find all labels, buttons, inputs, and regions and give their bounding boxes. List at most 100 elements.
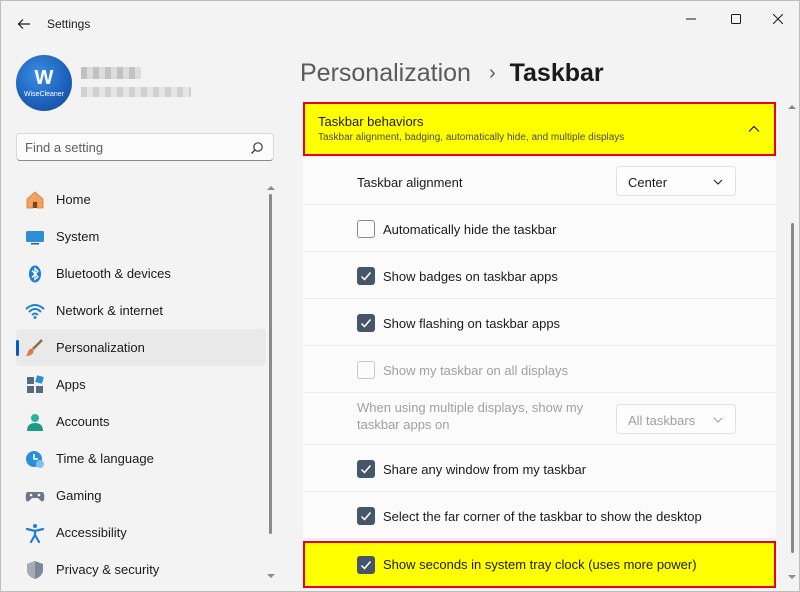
sidebar-item-label: Network & internet <box>56 303 163 318</box>
sidebar-item-bluetooth[interactable]: Bluetooth & devices <box>16 255 266 292</box>
auto-hide-row: Automatically hide the taskbar <box>303 205 776 252</box>
blurred-user-name <box>81 67 141 79</box>
clock-globe-icon <box>25 449 45 469</box>
flashing-checkbox[interactable] <box>357 314 375 332</box>
far-corner-row: Select the far corner of the taskbar to … <box>303 492 776 539</box>
scroll-down-arrow-icon[interactable] <box>267 572 275 580</box>
sidebar-item-personalization[interactable]: Personalization <box>16 329 266 366</box>
sidebar-item-label: System <box>56 229 100 244</box>
avatar-letter: W <box>34 67 54 89</box>
home-icon <box>25 190 45 210</box>
checkmark-icon <box>360 465 372 474</box>
dropdown-value: Center <box>628 175 668 190</box>
share-window-label: Share any window from my taskbar <box>383 462 587 477</box>
taskbar-behaviors-panel: Taskbar behaviors Taskbar alignment, bad… <box>303 102 776 591</box>
share-window-row: Share any window from my taskbar <box>303 445 776 492</box>
sidebar-item-label: Accessibility <box>56 525 127 540</box>
badges-label: Show badges on taskbar apps <box>383 269 558 284</box>
maximize-icon <box>731 14 741 24</box>
sidebar-item-label: Accounts <box>56 414 110 429</box>
sidebar-nav: Home System Bluetooth & devices Network … <box>16 181 266 588</box>
sidebar-item-system[interactable]: System <box>16 218 266 255</box>
app-title: Settings <box>47 17 91 31</box>
wifi-icon <box>25 301 45 321</box>
show-seconds-label: Show seconds in system tray clock (uses … <box>383 557 697 572</box>
settings-list: Taskbar alignment Center Automatically h… <box>303 158 776 539</box>
breadcrumb-parent[interactable]: Personalization <box>300 59 471 88</box>
flashing-row: Show flashing on taskbar apps <box>303 299 776 346</box>
back-button[interactable] <box>13 13 35 35</box>
sidebar-scrollbar[interactable] <box>266 182 276 584</box>
sidebar-item-label: Bluetooth & devices <box>56 266 171 281</box>
scroll-up-arrow-icon[interactable] <box>788 103 796 111</box>
badges-checkbox[interactable] <box>357 267 375 285</box>
breadcrumb-separator: › <box>488 61 496 84</box>
chevron-down-icon <box>713 179 723 185</box>
all-displays-row: Show my taskbar on all displays <box>303 346 776 393</box>
flashing-label: Show flashing on taskbar apps <box>383 316 561 331</box>
dropdown-value: All taskbars <box>628 413 696 428</box>
show-seconds-checkbox[interactable] <box>357 556 375 574</box>
share-window-checkbox[interactable] <box>357 460 375 478</box>
badges-row: Show badges on taskbar apps <box>303 252 776 299</box>
search-icon[interactable] <box>250 141 264 155</box>
section-subtitle: Taskbar alignment, badging, automaticall… <box>318 132 625 143</box>
sidebar-item-accounts[interactable]: Accounts <box>16 403 266 440</box>
sidebar-item-accessibility[interactable]: Accessibility <box>16 514 266 551</box>
sidebar-item-label: Time & language <box>56 451 154 466</box>
taskbar-behaviors-header[interactable]: Taskbar behaviors Taskbar alignment, bad… <box>303 102 776 156</box>
system-icon <box>25 227 45 247</box>
minimize-icon <box>686 18 696 20</box>
checkmark-icon <box>360 512 372 521</box>
sidebar-item-apps[interactable]: Apps <box>16 366 266 403</box>
maximize-button[interactable] <box>721 9 751 29</box>
sidebar-item-label: Home <box>56 192 91 207</box>
sidebar-item-label: Apps <box>56 377 86 392</box>
page-title: Taskbar <box>509 58 604 87</box>
checkmark-icon <box>360 561 372 570</box>
sidebar-item-home[interactable]: Home <box>16 181 266 218</box>
breadcrumb: Personalization › Taskbar <box>300 57 604 89</box>
taskbar-alignment-dropdown[interactable]: Center <box>616 166 736 196</box>
close-icon <box>773 14 783 24</box>
shield-icon <box>25 560 45 580</box>
far-corner-checkbox[interactable] <box>357 507 375 525</box>
back-arrow-icon <box>17 19 30 29</box>
search-box[interactable] <box>16 133 274 161</box>
checkmark-icon <box>360 272 372 281</box>
all-displays-label: Show my taskbar on all displays <box>383 363 568 378</box>
avatar-brand: WiseCleaner <box>23 91 65 98</box>
sidebar-item-gaming[interactable]: Gaming <box>16 477 266 514</box>
multi-display-label: When using multiple displays, show my ta… <box>357 400 584 432</box>
section-title: Taskbar behaviors <box>318 114 424 129</box>
scroll-down-arrow-icon[interactable] <box>788 573 796 581</box>
search-input[interactable] <box>25 138 245 156</box>
chevron-down-icon <box>713 417 723 423</box>
bluetooth-icon <box>25 264 45 284</box>
blurred-user-email <box>81 87 191 97</box>
sidebar-item-network[interactable]: Network & internet <box>16 292 266 329</box>
avatar[interactable]: W WiseCleaner <box>16 55 72 111</box>
auto-hide-checkbox[interactable] <box>357 220 375 238</box>
chevron-up-icon[interactable] <box>747 122 761 136</box>
sidebar-item-time-language[interactable]: Time & language <box>16 440 266 477</box>
taskbar-alignment-row: Taskbar alignment Center <box>303 158 776 205</box>
sidebar-item-label: Gaming <box>56 488 102 503</box>
minimize-button[interactable] <box>676 9 706 29</box>
checkmark-icon <box>360 319 372 328</box>
title-bar: Settings <box>1 1 799 47</box>
content-scrollbar[interactable] <box>786 101 798 583</box>
multi-display-dropdown: All taskbars <box>616 404 736 434</box>
sidebar-item-label: Privacy & security <box>56 562 160 577</box>
scroll-up-arrow-icon[interactable] <box>267 184 275 192</box>
all-displays-checkbox <box>357 361 375 379</box>
brush-icon <box>25 338 45 358</box>
sidebar-item-privacy-security[interactable]: Privacy & security <box>16 551 266 588</box>
far-corner-label: Select the far corner of the taskbar to … <box>383 509 702 524</box>
sidebar-scroll-thumb[interactable] <box>269 194 272 534</box>
content-scroll-thumb[interactable] <box>791 223 794 553</box>
auto-hide-label: Automatically hide the taskbar <box>383 222 557 237</box>
taskbar-alignment-label: Taskbar alignment <box>357 175 463 190</box>
close-button[interactable] <box>763 9 793 29</box>
show-seconds-row: Show seconds in system tray clock (uses … <box>303 541 776 588</box>
